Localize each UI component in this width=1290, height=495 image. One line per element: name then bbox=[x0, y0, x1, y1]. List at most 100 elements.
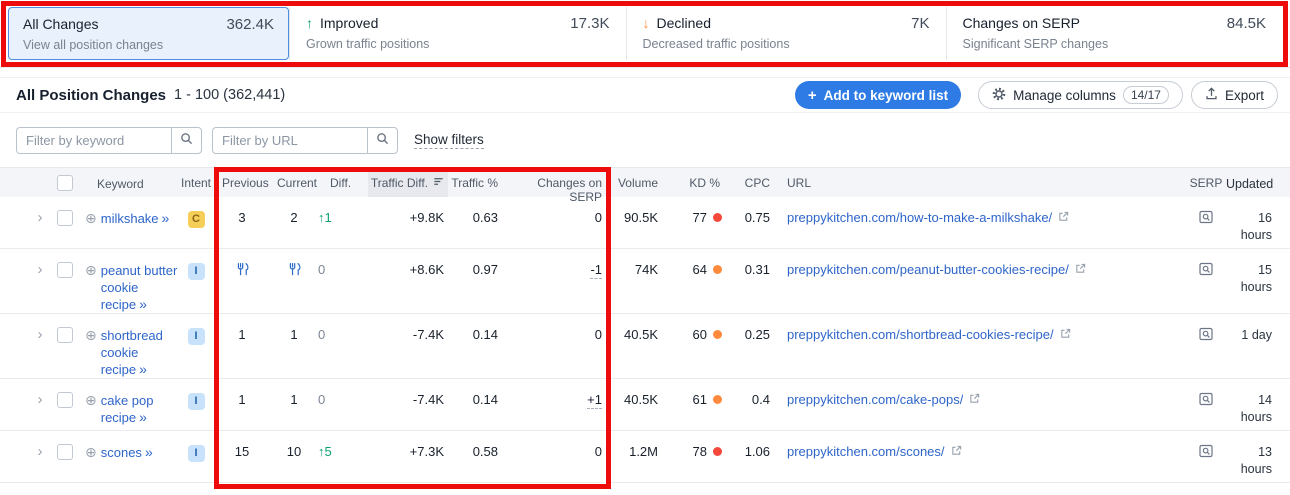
external-link-icon[interactable] bbox=[1075, 262, 1086, 277]
card-all-changes[interactable]: All Changes 362.4K View all position cha… bbox=[8, 7, 289, 60]
header-diff[interactable]: Diff. bbox=[318, 168, 368, 197]
header-intent[interactable]: Intent bbox=[178, 168, 214, 197]
volume-cell: 90.5K bbox=[610, 197, 666, 225]
add-keyword-icon[interactable]: ⊕ bbox=[85, 327, 97, 343]
card-declined[interactable]: ↓ Declined 7K Decreased traffic position… bbox=[626, 7, 946, 60]
row-checkbox[interactable] bbox=[57, 210, 73, 226]
summary-cards-strip: All Changes 362.4K View all position cha… bbox=[0, 0, 1290, 68]
keyword-detail-arrows-icon[interactable]: » bbox=[139, 361, 147, 377]
card-improved[interactable]: ↑ Improved 17.3K Grown traffic positions bbox=[289, 7, 626, 60]
select-all-checkbox[interactable] bbox=[57, 175, 73, 191]
recipe-pack-fork-icon bbox=[288, 264, 301, 279]
header-volume[interactable]: Volume bbox=[610, 168, 666, 197]
keyword-detail-arrows-icon[interactable]: » bbox=[145, 444, 153, 460]
serp-preview-icon[interactable] bbox=[1199, 262, 1213, 279]
declined-down-arrow-icon: ↓ bbox=[643, 15, 650, 31]
intent-badge: C bbox=[188, 211, 205, 228]
row-checkbox[interactable] bbox=[57, 327, 73, 343]
header-current[interactable]: Current bbox=[270, 168, 318, 197]
keyword-link[interactable]: shortbread cookie recipe bbox=[101, 328, 163, 377]
card-value: 84.5K bbox=[1227, 15, 1266, 32]
show-filters-link[interactable]: Show filters bbox=[414, 132, 484, 149]
keyword-link[interactable]: milkshake bbox=[101, 211, 159, 226]
serp-preview-icon[interactable] bbox=[1199, 444, 1213, 461]
position-changes-page: All Changes 362.4K View all position cha… bbox=[0, 0, 1290, 495]
header-serp[interactable]: SERP bbox=[1186, 168, 1226, 197]
intent-badge: I bbox=[188, 393, 205, 410]
url-link[interactable]: preppykitchen.com/shortbread-cookies-rec… bbox=[787, 327, 1054, 342]
header-previous[interactable]: Previous bbox=[214, 168, 270, 197]
row-checkbox[interactable] bbox=[57, 262, 73, 278]
url-link[interactable]: preppykitchen.com/cake-pops/ bbox=[787, 392, 963, 407]
card-title: Changes on SERP bbox=[963, 15, 1081, 31]
add-keyword-icon[interactable]: ⊕ bbox=[85, 210, 97, 226]
volume-cell: 74K bbox=[610, 249, 666, 277]
volume-cell: 40.5K bbox=[610, 314, 666, 342]
header-cpc[interactable]: CPC bbox=[728, 168, 778, 197]
header-kd[interactable]: KD % bbox=[666, 168, 728, 197]
traffic-pct-cell: 0.97 bbox=[448, 249, 506, 277]
columns-count-badge: 14/17 bbox=[1123, 86, 1169, 104]
keyword-detail-arrows-icon[interactable]: » bbox=[162, 210, 170, 226]
header-url[interactable]: URL bbox=[778, 168, 1186, 197]
add-keyword-icon[interactable]: ⊕ bbox=[85, 262, 97, 278]
keyword-detail-arrows-icon[interactable]: » bbox=[139, 409, 147, 425]
card-title: Declined bbox=[657, 15, 711, 31]
volume-cell: 1.2M bbox=[610, 431, 666, 459]
previous-position-cell: 3 bbox=[214, 197, 270, 225]
card-changes-on-serp[interactable]: Changes on SERP 84.5K Significant SERP c… bbox=[946, 7, 1283, 60]
cpc-cell: 0.4 bbox=[728, 379, 778, 407]
header-traffic-pct[interactable]: Traffic % bbox=[448, 168, 506, 197]
external-link-icon[interactable] bbox=[1058, 210, 1069, 225]
keyword-link[interactable]: scones bbox=[101, 445, 142, 460]
external-link-icon[interactable] bbox=[1060, 327, 1071, 342]
keyword-filter-input[interactable] bbox=[16, 127, 171, 154]
header-updated[interactable]: Updated bbox=[1226, 168, 1290, 197]
sort-descending-icon bbox=[433, 176, 444, 190]
add-keyword-icon[interactable]: ⊕ bbox=[85, 444, 97, 460]
url-filter-group bbox=[212, 127, 398, 154]
table-panel: All Position Changes 1 - 100 (362,441) +… bbox=[0, 77, 1290, 483]
export-button[interactable]: Export bbox=[1191, 81, 1278, 109]
url-filter-input[interactable] bbox=[212, 127, 367, 154]
add-keyword-icon[interactable]: ⊕ bbox=[85, 392, 97, 408]
external-link-icon[interactable] bbox=[969, 392, 980, 407]
volume-cell: 40.5K bbox=[610, 379, 666, 407]
traffic-pct-cell: 0.14 bbox=[448, 379, 506, 407]
row-expand-chevron-icon[interactable]: › bbox=[38, 445, 43, 459]
table-body: › ⊕ milkshake» C 3 2 ↑1 +9.8K 0.63 0 90.… bbox=[0, 197, 1290, 483]
keyword-search-button[interactable] bbox=[171, 127, 202, 154]
header-changes-on-serp[interactable]: Changes on SERP bbox=[506, 168, 610, 197]
add-to-keyword-list-button[interactable]: + Add to keyword list bbox=[795, 81, 961, 109]
keyword-detail-arrows-icon[interactable]: » bbox=[139, 296, 147, 312]
manage-columns-button[interactable]: Manage columns 14/17 bbox=[978, 81, 1183, 109]
serp-preview-icon[interactable] bbox=[1199, 327, 1213, 344]
current-position-cell: 1 bbox=[270, 314, 318, 342]
url-link[interactable]: preppykitchen.com/peanut-butter-cookies-… bbox=[787, 262, 1069, 277]
header-traffic-diff[interactable]: Traffic Diff. bbox=[368, 168, 448, 197]
external-link-icon[interactable] bbox=[951, 444, 962, 459]
row-checkbox[interactable] bbox=[57, 444, 73, 460]
header-keyword[interactable]: Keyword bbox=[81, 168, 178, 197]
serp-preview-icon[interactable] bbox=[1199, 392, 1213, 409]
row-expand-chevron-icon[interactable]: › bbox=[38, 263, 43, 277]
url-link[interactable]: preppykitchen.com/scones/ bbox=[787, 444, 945, 459]
row-expand-chevron-icon[interactable]: › bbox=[38, 393, 43, 407]
table-row: › ⊕ cake pop recipe» I 1 1 0 -7.4K 0.14 … bbox=[0, 379, 1290, 431]
row-expand-chevron-icon[interactable]: › bbox=[38, 328, 43, 342]
updated-cell: 1 day bbox=[1226, 314, 1290, 344]
changes-on-serp-cell: 0 bbox=[506, 314, 610, 342]
kd-difficulty-dot bbox=[713, 265, 722, 274]
traffic-diff-cell: +8.6K bbox=[368, 249, 448, 277]
kd-cell: 64 bbox=[666, 249, 728, 277]
url-link[interactable]: preppykitchen.com/how-to-make-a-milkshak… bbox=[787, 210, 1052, 225]
card-subtitle: Significant SERP changes bbox=[963, 37, 1267, 51]
serp-preview-icon[interactable] bbox=[1199, 210, 1213, 227]
previous-position-cell: 1 bbox=[214, 314, 270, 342]
row-checkbox[interactable] bbox=[57, 392, 73, 408]
keyword-filter-group bbox=[16, 127, 202, 154]
row-expand-chevron-icon[interactable]: › bbox=[38, 211, 43, 225]
table-row: › ⊕ shortbread cookie recipe» I 1 1 0 -7… bbox=[0, 314, 1290, 379]
traffic-pct-cell: 0.58 bbox=[448, 431, 506, 459]
url-search-button[interactable] bbox=[367, 127, 398, 154]
